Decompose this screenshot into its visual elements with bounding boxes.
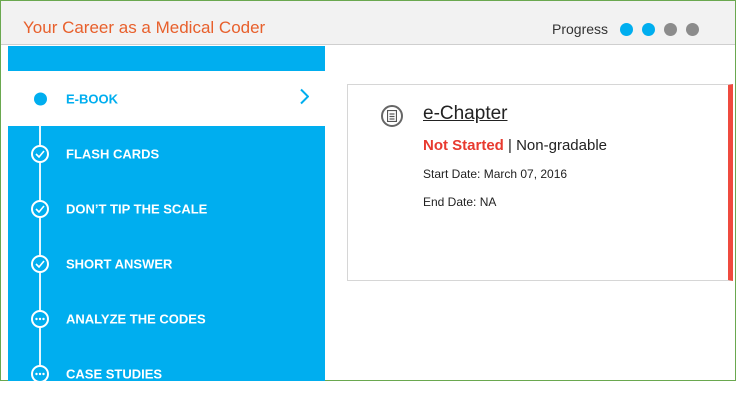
sidebar-item-dont-tip-the-scale[interactable]: DON’T TIP THE SCALE <box>8 181 325 236</box>
end-date: End Date: NA <box>423 195 497 209</box>
progress-dot-3 <box>664 22 678 36</box>
sidebar-item-analyze-the-codes[interactable]: ANALYZE THE CODES <box>8 291 325 346</box>
status-separator: | <box>508 137 517 154</box>
sidebar-item-label: SHORT ANSWER <box>66 256 173 271</box>
top-bar: Your Career as a Medical Coder Progress <box>1 1 735 45</box>
check-circle-icon <box>31 199 49 218</box>
check-circle-icon <box>31 254 49 273</box>
sidebar-item-label: DON’T TIP THE SCALE <box>66 201 208 216</box>
check-circle-icon <box>31 144 49 163</box>
sidebar-item-label: CASE STUDIES <box>66 366 163 381</box>
document-icon <box>381 105 403 127</box>
chevron-right-icon <box>299 88 310 109</box>
sidebar-item-case-studies[interactable]: CASE STUDIES <box>8 346 325 401</box>
sidebar-item-label: E-BOOK <box>66 91 118 106</box>
status-badge: Not Started <box>423 137 504 154</box>
sidebar-item-e-book[interactable]: E-BOOK <box>8 71 325 126</box>
card-status-line: Not Started | Non-gradable <box>423 137 607 154</box>
sidebar-item-label: FLASH CARDS <box>66 146 160 161</box>
ellipsis-circle-icon <box>31 309 49 328</box>
activity-card[interactable]: e-Chapter Not Started | Non-gradable Sta… <box>347 84 733 281</box>
app-title: Your Career as a Medical Coder <box>23 18 266 37</box>
sidebar-item-short-answer[interactable]: SHORT ANSWER <box>8 236 325 291</box>
progress-dot-4 <box>686 22 700 36</box>
grading-type: Non-gradable <box>516 137 607 154</box>
progress-label: Progress <box>552 21 609 37</box>
start-date: Start Date: March 07, 2016 <box>423 167 568 181</box>
progress-dot-2 <box>642 22 656 36</box>
progress-dot-1 <box>620 22 634 36</box>
sidebar-item-flash-cards[interactable]: FLASH CARDS <box>8 126 325 181</box>
sidebar-item-label: ANALYZE THE CODES <box>66 311 206 326</box>
progress-indicator: Progress <box>552 21 700 37</box>
ellipsis-circle-icon <box>31 364 49 383</box>
sidebar: E-BOOK FLASH CARDS DON’T TIP THE SCALE S… <box>8 46 325 383</box>
card-title-link[interactable]: e-Chapter <box>423 103 508 125</box>
current-dot-icon <box>34 92 47 105</box>
